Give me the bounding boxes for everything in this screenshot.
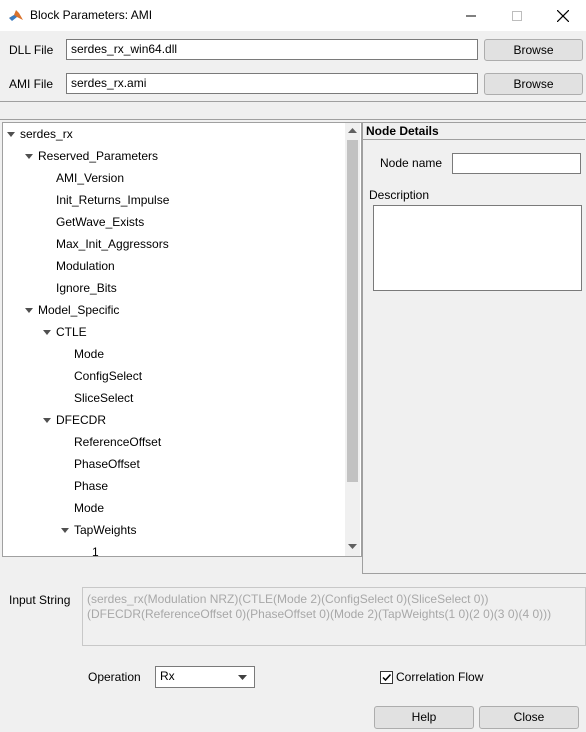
tree-node[interactable]: AMI_Version xyxy=(56,167,124,189)
tree-node[interactable]: Model_Specific xyxy=(38,299,119,321)
description-label: Description xyxy=(369,188,430,202)
tree-node[interactable]: Mode xyxy=(74,343,104,365)
window-title: Block Parameters: AMI xyxy=(30,8,153,22)
dll-browse-button[interactable]: Browse xyxy=(484,39,583,61)
expand-caret-icon[interactable] xyxy=(7,132,15,137)
close-button[interactable]: Close xyxy=(479,706,579,729)
tree-node[interactable]: Modulation xyxy=(56,255,115,277)
divider xyxy=(0,101,586,102)
ami-file-label: AMI File xyxy=(9,77,54,91)
node-name-label: Node name xyxy=(380,156,443,170)
operation-value: Rx xyxy=(160,669,175,683)
tree-node[interactable]: GetWave_Exists xyxy=(56,211,144,233)
dll-file-input[interactable]: serdes_rx_win64.dll xyxy=(66,39,478,60)
expand-caret-icon[interactable] xyxy=(25,308,33,313)
input-string-line-1: (serdes_rx(Modulation NRZ)(CTLE(Mode 2)(… xyxy=(87,592,489,606)
help-button[interactable]: Help xyxy=(374,706,474,729)
tree-node[interactable]: SliceSelect xyxy=(74,387,133,409)
parameter-tree[interactable]: serdes_rx Reserved_Parameters AMI_Version I… xyxy=(2,122,362,557)
input-string-line-2: (DFECDR(ReferenceOffset 0)(PhaseOffset 0… xyxy=(87,607,552,621)
tree-node[interactable]: Phase xyxy=(74,475,108,497)
operation-label: Operation xyxy=(88,670,141,684)
tree-node[interactable]: CTLE xyxy=(56,321,87,343)
tree-node[interactable]: Mode xyxy=(74,497,104,519)
tree-node[interactable]: TapWeights xyxy=(74,519,136,541)
chevron-down-icon xyxy=(238,675,247,680)
correlation-flow-label: Correlation Flow xyxy=(396,670,484,684)
ami-file-input[interactable]: serdes_rx.ami xyxy=(66,73,478,94)
dll-file-label: DLL File xyxy=(9,43,54,57)
maximize-icon xyxy=(512,10,522,21)
ami-browse-button[interactable]: Browse xyxy=(484,73,583,95)
checkmark-icon xyxy=(382,673,392,682)
tree-node[interactable]: Init_Returns_Impulse xyxy=(56,189,169,211)
tree-node[interactable]: serdes_rx xyxy=(20,123,73,145)
close-window-button[interactable] xyxy=(540,0,586,31)
scroll-down-icon[interactable] xyxy=(348,544,357,550)
expand-caret-icon[interactable] xyxy=(25,154,33,159)
minimize-button[interactable] xyxy=(448,0,494,31)
minimize-icon xyxy=(466,15,476,16)
tree-node[interactable]: PhaseOffset xyxy=(74,453,140,475)
tree-node[interactable]: 1 xyxy=(92,541,99,556)
expand-caret-icon[interactable] xyxy=(61,528,69,533)
close-icon xyxy=(557,9,569,22)
node-name-input[interactable] xyxy=(452,153,581,174)
tree-node[interactable]: DFECDR xyxy=(56,409,106,431)
correlation-flow-checkbox[interactable] xyxy=(380,671,393,684)
details-header: Node Details xyxy=(366,124,439,138)
divider xyxy=(0,119,586,120)
expand-caret-icon[interactable] xyxy=(43,418,51,423)
description-textarea[interactable] xyxy=(373,205,582,291)
scroll-up-icon[interactable] xyxy=(348,127,357,133)
operation-dropdown[interactable]: Rx xyxy=(155,666,255,688)
input-string-label: Input String xyxy=(9,593,71,607)
tree-node[interactable]: Ignore_Bits xyxy=(56,277,117,299)
matlab-logo-icon xyxy=(8,7,24,23)
input-string-field: (serdes_rx(Modulation NRZ)(CTLE(Mode 2)(… xyxy=(82,587,586,646)
tree-node[interactable]: Max_Init_Aggressors xyxy=(56,233,169,255)
tree-node[interactable]: ReferenceOffset xyxy=(74,431,161,453)
maximize-button[interactable] xyxy=(494,0,540,31)
scrollbar-thumb[interactable] xyxy=(347,140,358,482)
expand-caret-icon[interactable] xyxy=(43,330,51,335)
tree-node[interactable]: ConfigSelect xyxy=(74,365,142,387)
tree-node[interactable]: Reserved_Parameters xyxy=(38,145,158,167)
